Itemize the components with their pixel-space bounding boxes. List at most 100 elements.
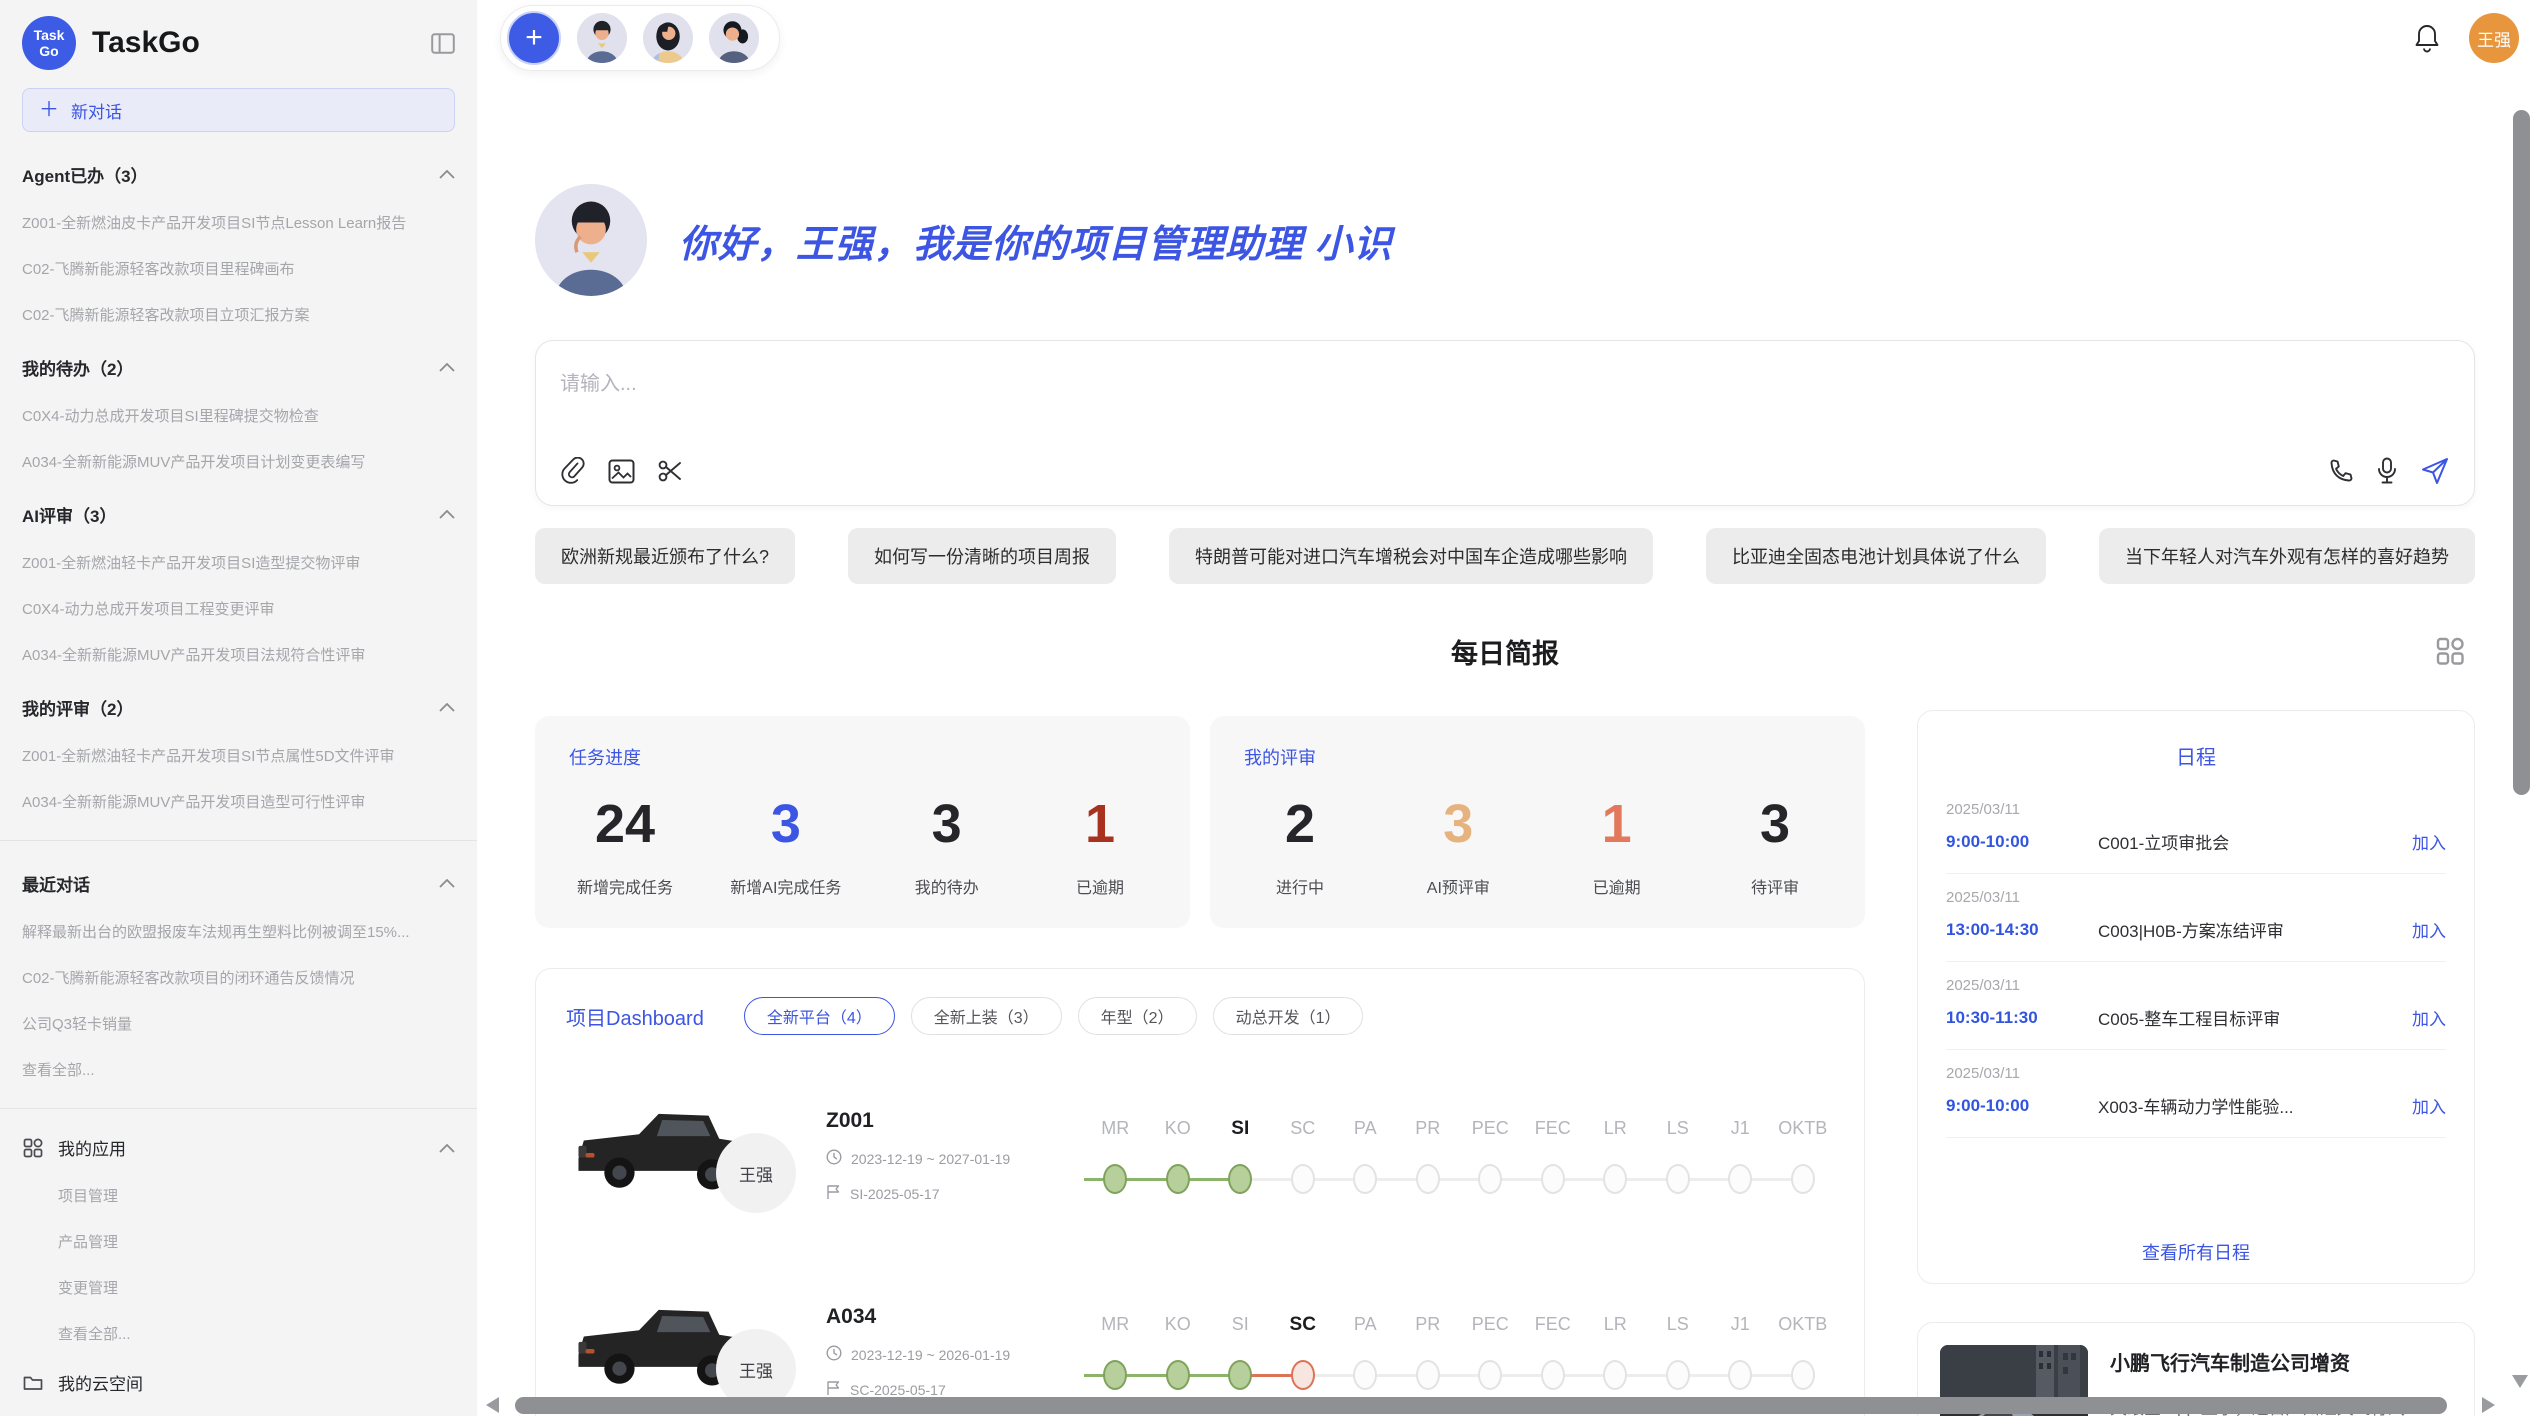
- avatar-3[interactable]: [709, 13, 759, 63]
- chevron-up-icon: [439, 166, 455, 184]
- sidebar-section-header[interactable]: 我的待办（2）: [22, 355, 455, 380]
- dashboard-title: 项目Dashboard: [566, 1002, 704, 1031]
- sidebar-item[interactable]: A034-全新新能源MUV产品开发项目造型可行性评审: [22, 791, 455, 812]
- sidebar-section-header[interactable]: 最近对话: [22, 871, 455, 896]
- add-conversation-button[interactable]: +: [507, 11, 561, 65]
- sidebar-item[interactable]: A034-全新新能源MUV产品开发项目法规符合性评审: [22, 644, 455, 665]
- phone-icon: [2328, 458, 2354, 487]
- milestone: FEC: [1522, 1314, 1585, 1390]
- composer-input[interactable]: 请输入...: [560, 367, 2450, 396]
- sidebar-item[interactable]: Z001-全新燃油轻卡产品开发项目SI节点属性5D文件评审: [22, 745, 455, 766]
- sidebar-item[interactable]: C02-飞腾新能源轻客改款项目里程碑画布: [22, 258, 455, 279]
- dashboard-tab[interactable]: 动总开发（1）: [1213, 997, 1364, 1035]
- project-flag-date: SI-2025-05-17: [850, 1186, 940, 1202]
- suggestion-chip[interactable]: 当下年轻人对汽车外观有怎样的喜好趋势: [2099, 528, 2475, 584]
- suggestion-chip[interactable]: 如何写一份清晰的项目周报: [848, 528, 1116, 584]
- stat: 3 我的待办: [899, 794, 995, 898]
- schedule-time: 10:30-11:30: [1946, 1008, 2098, 1028]
- join-link[interactable]: 加入: [2412, 917, 2446, 942]
- sidebar-app-item[interactable]: 产品管理: [58, 1231, 455, 1252]
- dashboard-tab[interactable]: 全新平台（4）: [744, 997, 895, 1035]
- schedule-items: 2025/03/11 9:00-10:00 C001-立项审批会 加入 2025…: [1946, 786, 2446, 1223]
- milestone-track: MR KO SI SC: [1084, 1314, 1834, 1390]
- sidebar-section-header[interactable]: 我的评审（2）: [22, 695, 455, 720]
- milestone: PA: [1334, 1314, 1397, 1390]
- assistant-avatar: [535, 184, 647, 296]
- project-flag-date: SC-2025-05-17: [850, 1382, 946, 1398]
- join-link[interactable]: 加入: [2412, 1093, 2446, 1118]
- milestone-dot: [1791, 1164, 1815, 1194]
- suggestion-chip[interactable]: 欧洲新规最近颁布了什么?: [535, 528, 795, 584]
- sidebar-item[interactable]: Z001-全新燃油皮卡产品开发项目SI节点Lesson Learn报告: [22, 212, 455, 233]
- sidebar-app-item[interactable]: 项目管理: [58, 1185, 455, 1206]
- project-row[interactable]: 王强 A034 2023-12-19 ~ 2026-01-19: [566, 1277, 1834, 1416]
- milestone: KO: [1147, 1314, 1210, 1390]
- flag-icon: [826, 1184, 841, 1203]
- view-all-schedule-link[interactable]: 查看所有日程: [1946, 1223, 2446, 1273]
- stat-label: 新增AI完成任务: [730, 874, 841, 898]
- sidebar-collapse-icon[interactable]: [431, 33, 455, 54]
- chevron-up-icon: [439, 359, 455, 377]
- sidebar-item[interactable]: Z001-全新燃油轻卡产品开发项目SI造型提交物评审: [22, 552, 455, 573]
- milestone-dot: [1291, 1164, 1315, 1194]
- send-icon: [2420, 456, 2450, 489]
- schedule-time: 9:00-10:00: [1946, 1096, 2098, 1116]
- sidebar-app-item[interactable]: 查看全部...: [58, 1323, 455, 1344]
- schedule-title: 日程: [1946, 741, 2446, 770]
- join-link[interactable]: 加入: [2412, 829, 2446, 854]
- milestone-dot: [1541, 1164, 1565, 1194]
- dashboard-tab[interactable]: 年型（2）: [1078, 997, 1197, 1035]
- user-avatar[interactable]: 王强: [2469, 13, 2519, 63]
- milestone: FEC: [1522, 1118, 1585, 1194]
- scissors-button[interactable]: [657, 458, 683, 487]
- dashboard-tab[interactable]: 全新上装（3）: [911, 997, 1062, 1035]
- horizontal-scrollbar[interactable]: [515, 1397, 2447, 1414]
- sidebar-section: 我的评审（2） Z001-全新燃油轻卡产品开发项目SI节点属性5D文件评审 A03…: [22, 695, 455, 812]
- suggestion-chip[interactable]: 特朗普可能对进口汽车增税会对中国车企造成哪些影响: [1169, 528, 1653, 584]
- milestone-label: OKTB: [1778, 1118, 1827, 1144]
- sidebar-item[interactable]: C0X4-动力总成开发项目SI里程碑提交物检查: [22, 405, 455, 426]
- sidebar-section-header[interactable]: AI评审（3）: [22, 502, 455, 527]
- sidebar-item[interactable]: C02-飞腾新能源轻客改款项目立项汇报方案: [22, 304, 455, 325]
- new-chat-button[interactable]: ＋ 新对话: [22, 88, 455, 132]
- project-code: A034: [826, 1305, 1078, 1329]
- sidebar-item[interactable]: C0X4-动力总成开发项目工程变更评审: [22, 598, 455, 619]
- stat-label: 已逾期: [1569, 874, 1665, 898]
- sidebar-section-header[interactable]: Agent已办（3）: [22, 162, 455, 187]
- milestone-dot: [1416, 1360, 1440, 1390]
- avatar-2[interactable]: [643, 13, 693, 63]
- send-button[interactable]: [2420, 456, 2450, 489]
- sidebar: Task Go TaskGo ＋ 新对话 Agent已办（3） Z001-全新燃…: [0, 0, 477, 1416]
- notification-bell-icon[interactable]: [2413, 23, 2441, 53]
- stat: 1 已逾期: [1052, 794, 1148, 898]
- attach-button[interactable]: [560, 457, 586, 488]
- chevron-up-icon: [439, 1138, 455, 1158]
- stat-value: 1: [1052, 794, 1148, 854]
- avatar-1[interactable]: [577, 13, 627, 63]
- sidebar-section-items: C0X4-动力总成开发项目SI里程碑提交物检查 A034-全新新能源MUV产品开发…: [22, 405, 455, 472]
- scroll-down-arrow[interactable]: [2512, 1375, 2528, 1388]
- sidebar-item[interactable]: 公司Q3轻卡销量: [22, 1013, 455, 1034]
- scroll-right-arrow[interactable]: [2482, 1397, 2495, 1413]
- clock-icon: [826, 1345, 842, 1364]
- sidebar-item[interactable]: 查看全部...: [22, 1059, 455, 1080]
- stat-card-title: 我的评审: [1244, 744, 1831, 770]
- voice-call-button[interactable]: [2328, 458, 2354, 487]
- layout-grid-icon[interactable]: [2433, 634, 2467, 668]
- microphone-button[interactable]: [2376, 457, 2398, 488]
- vertical-scrollbar[interactable]: [2513, 110, 2530, 795]
- project-row[interactable]: 王强 Z001 2023-12-19 ~ 2027-01-19: [566, 1081, 1834, 1231]
- stat-value: 24: [577, 794, 673, 854]
- sidebar-item[interactable]: C02-飞腾新能源轻客改款项目的闭环通告反馈情况: [22, 967, 455, 988]
- sidebar-item[interactable]: A034-全新新能源MUV产品开发项目计划变更表编写: [22, 451, 455, 472]
- chevron-up-icon: [439, 506, 455, 524]
- sidebar-item[interactable]: 解释最新出台的欧盟报废车法规再生塑料比例被调至15%...: [22, 921, 455, 942]
- suggestion-chip[interactable]: 比亚迪全固态电池计划具体说了什么: [1706, 528, 2046, 584]
- sidebar-item-cloud-space[interactable]: 我的云空间: [22, 1370, 455, 1395]
- sidebar-app-item[interactable]: 变更管理: [58, 1277, 455, 1298]
- sidebar-item-my-apps[interactable]: 我的应用: [22, 1135, 455, 1160]
- image-button[interactable]: [608, 459, 635, 487]
- scroll-left-arrow[interactable]: [486, 1397, 499, 1413]
- join-link[interactable]: 加入: [2412, 1005, 2446, 1030]
- image-icon: [608, 459, 635, 487]
